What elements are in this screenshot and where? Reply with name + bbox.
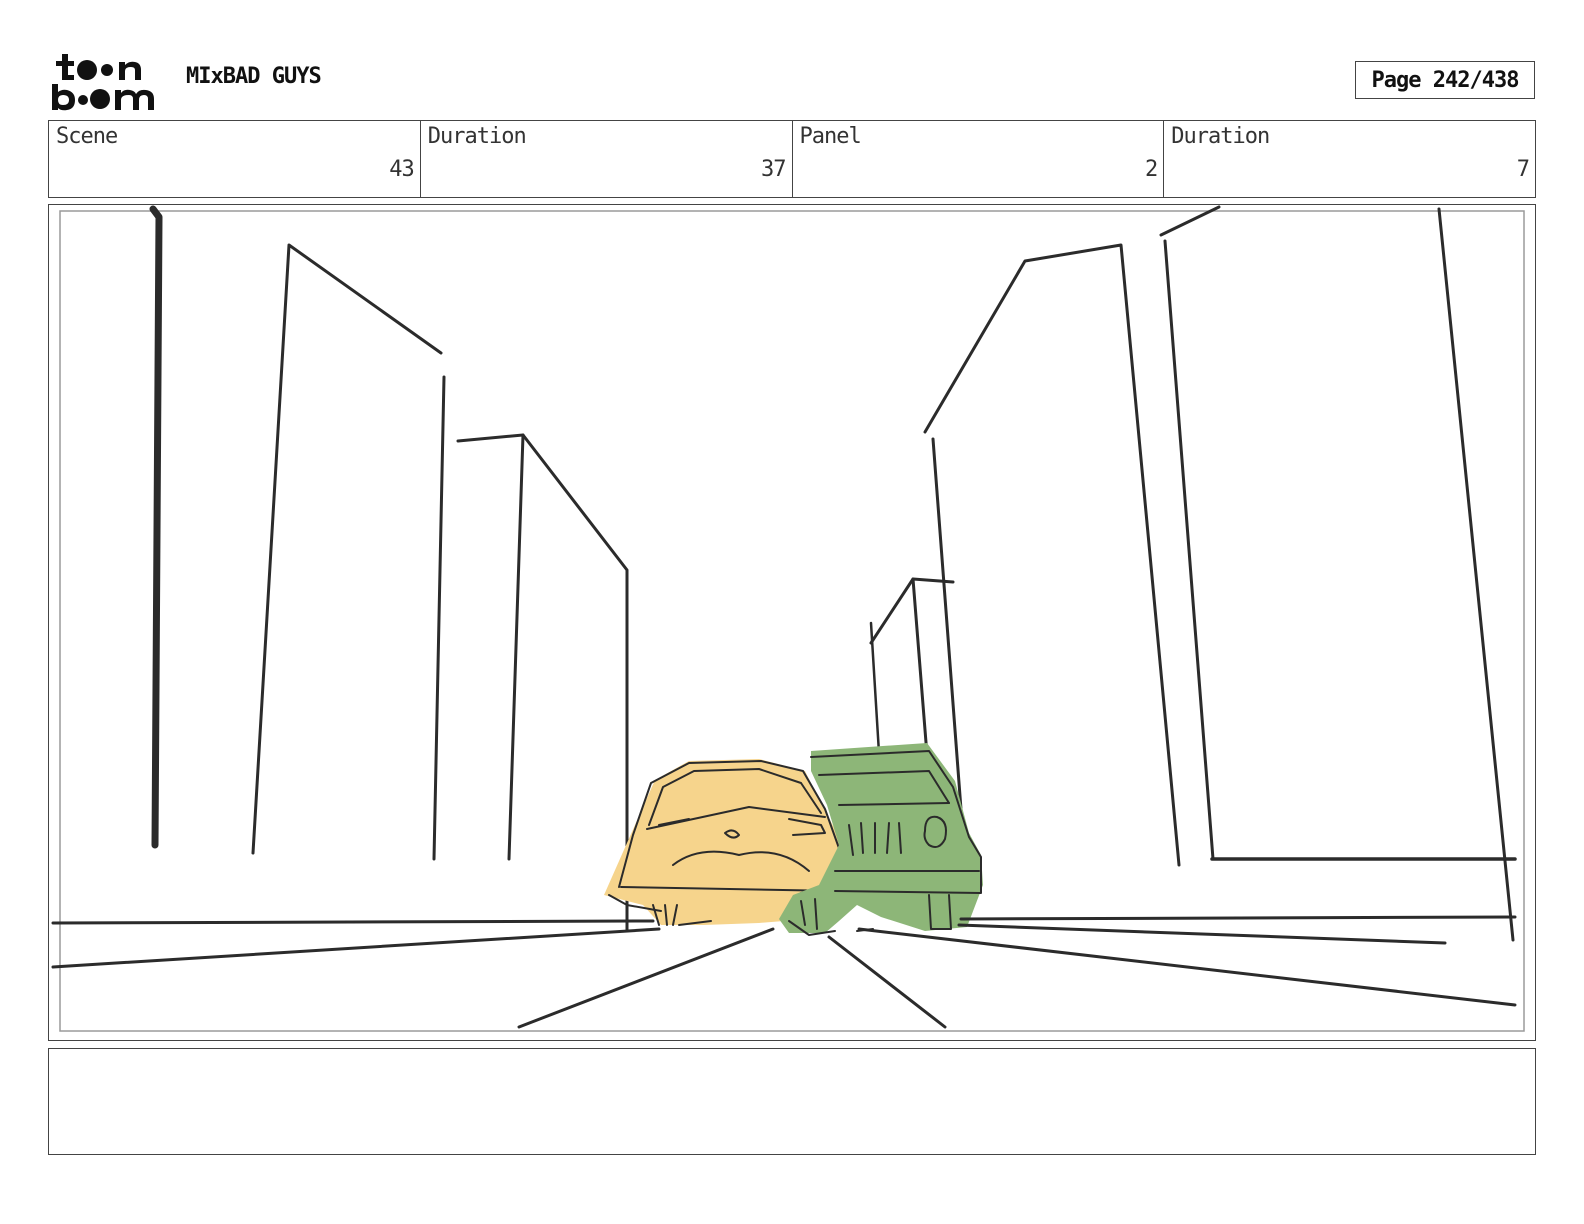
scene-label: Scene xyxy=(56,124,118,149)
toon-boom-logo xyxy=(50,50,165,112)
panel-notes-box[interactable] xyxy=(48,1048,1536,1155)
page-indicator: Page 242/438 xyxy=(1355,61,1535,99)
panel-duration-label: Duration xyxy=(1171,124,1270,149)
scene-duration-label: Duration xyxy=(427,124,527,149)
road-lines xyxy=(51,915,1517,1029)
panel-duration-value: 7 xyxy=(1516,157,1530,182)
street-sketch-drawing xyxy=(51,205,1525,1032)
panel-label: Panel xyxy=(799,124,862,149)
panel-cell: Panel 2 xyxy=(793,121,1165,197)
info-row: Scene 43 Duration 37 Panel 2 Duration 7 xyxy=(48,120,1536,198)
project-title: MIxBAD GUYS xyxy=(186,64,322,89)
buildings-left xyxy=(149,205,629,932)
panel-value: 2 xyxy=(1145,157,1158,182)
scene-value: 43 xyxy=(389,157,414,182)
panel-duration-cell: Duration 7 xyxy=(1164,121,1535,197)
scene-cell: Scene 43 xyxy=(49,121,421,197)
storyboard-panel xyxy=(48,204,1536,1041)
scene-duration-cell: Duration 37 xyxy=(421,121,793,197)
scene-duration-value: 37 xyxy=(761,157,786,182)
toon-boom-logo-icon xyxy=(52,54,154,111)
